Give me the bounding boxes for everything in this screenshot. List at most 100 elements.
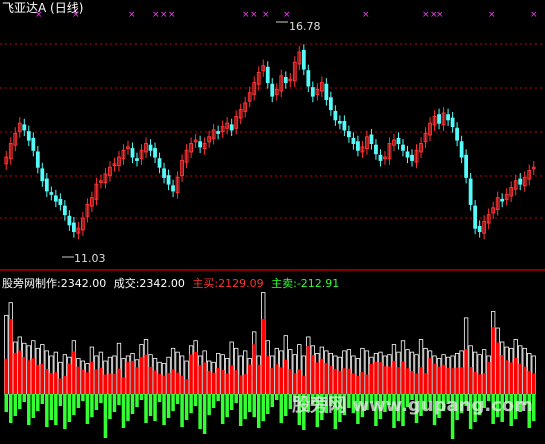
candle [148,144,153,151]
sell-bar [166,394,171,418]
buy-bar [275,364,279,394]
candle [405,151,410,158]
low-price-label: 11.03 [74,252,106,265]
sell-bar [193,394,198,406]
buy-bar [315,362,320,394]
buy-bar [63,375,67,394]
candle [171,185,175,192]
buy-bar [419,367,423,394]
buy-bar [329,365,333,394]
candle [166,175,171,185]
candle [464,154,469,178]
sell-bar [275,394,279,400]
sell-bar [76,394,81,408]
sell-bar [99,394,103,403]
candle [347,131,351,138]
candle [162,168,166,178]
candle [22,124,27,131]
sell-bar [31,394,36,418]
sell-bar [135,394,139,407]
buy-bar [198,365,202,394]
buy-bar [157,374,162,394]
buy-bar [459,367,464,394]
buy-bar [279,367,284,394]
candle [351,137,356,145]
buy-bar [374,361,378,394]
buy-bar [509,362,513,394]
signal-marker: × [168,10,176,20]
buy-bar [234,370,238,394]
buy-bar [139,356,144,394]
sell-bar [90,394,94,417]
candle [477,225,482,233]
buy-bar [9,319,13,394]
buy-bar [184,379,189,394]
buy-bar [383,366,387,394]
price-grid [0,43,545,219]
buy-bar [112,373,117,394]
candle [378,154,383,161]
candle [71,222,76,233]
buy-bar [171,369,175,394]
sell-bar [94,394,99,410]
candle [301,49,306,70]
buy-bar [72,351,76,394]
buy-bar [256,364,261,394]
candle [459,141,464,158]
buy-bar [31,358,36,394]
buy-bar [166,373,171,394]
candle [337,120,342,124]
candle [473,205,478,229]
candle [396,137,401,145]
buy-bar [180,375,184,394]
candle [67,215,72,226]
buy-bar [401,361,405,394]
sell-bar [184,394,189,420]
buy-bar [243,374,247,394]
buy-bar [81,369,85,394]
candle [26,131,31,141]
sell-bar [54,394,58,425]
sell-bar [117,394,121,405]
buy-bar [202,362,207,394]
signal-markers: × × × × × × × × × × × × × × × × [0,10,545,24]
sell-bar [36,394,40,411]
sell-bar [9,394,13,423]
buy-bar [311,354,315,394]
signal-marker: × [242,10,250,20]
candle [265,66,270,84]
buy-bar [117,368,121,394]
buy-bar [486,362,491,394]
buy-bar [518,363,522,394]
buy-bar [58,378,63,394]
sell-bar [216,394,220,401]
signal-marker: × [436,10,444,20]
candle [310,87,315,97]
buy-bar [369,363,374,394]
buy-bar [229,365,234,394]
buy-bar [144,354,148,394]
signal-marker: × [422,10,430,20]
buy-bar [207,370,211,394]
buy-bar [220,370,225,394]
buy-bar [54,372,58,394]
buy-bar [85,372,90,394]
sell-bar [126,394,130,421]
buy-bar [247,364,252,394]
sell-bar [270,394,275,407]
buy-bar [76,366,81,394]
buy-bar [126,362,130,394]
sell-bar [63,394,67,429]
watermark: 股旁网 www.gupang.com [292,395,533,416]
candle [518,178,523,185]
buy-bar [49,373,54,394]
buy-bar [108,373,112,394]
signal-marker: × [262,10,270,20]
sell-bar [157,394,162,402]
buy-bar [13,352,18,394]
sell-bar [103,394,108,438]
signal-marker: × [530,10,538,20]
indicator-row: 股旁网制作:2342.00 成交:2342.00 主买:2129.09 主卖:-… [2,275,343,291]
sell-bar [202,394,207,434]
sell-bar [4,394,9,412]
